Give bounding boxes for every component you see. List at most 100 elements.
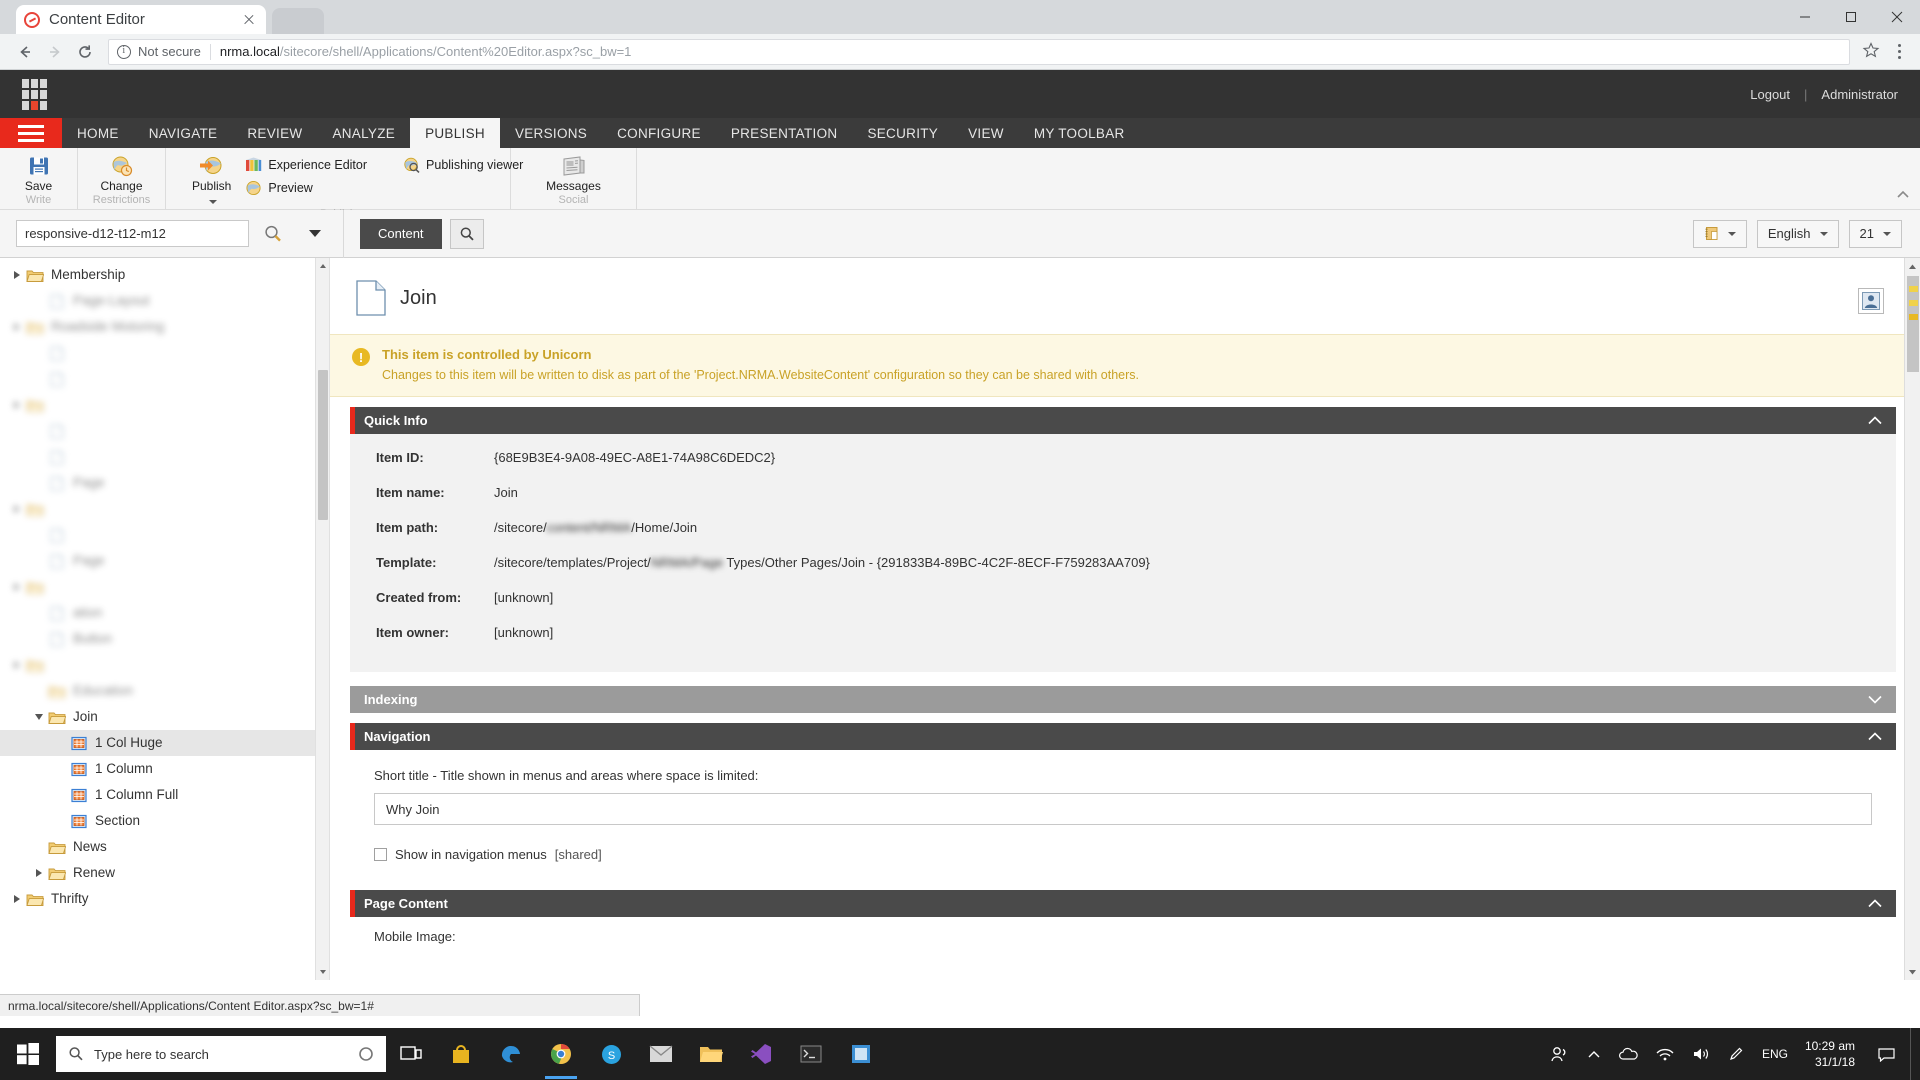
ribbon-tab-security[interactable]: SECURITY	[852, 118, 953, 148]
logout-link[interactable]: Logout	[1750, 87, 1790, 102]
expand-chevron-right-icon[interactable]	[8, 401, 26, 409]
tree-item-join[interactable]: Join	[0, 704, 315, 730]
taskbar-file-explorer-icon[interactable]	[686, 1028, 736, 1080]
content-vertical-scrollbar[interactable]	[1904, 258, 1920, 980]
search-icon[interactable]	[263, 224, 283, 244]
taskbar-terminal-icon[interactable]	[786, 1028, 836, 1080]
tree-scroll-up-button[interactable]	[316, 258, 329, 274]
tray-volume-icon[interactable]	[1683, 1028, 1719, 1080]
tray-network-icon[interactable]	[1647, 1028, 1683, 1080]
expand-chevron-right-icon[interactable]	[8, 895, 26, 903]
tree-vertical-scrollbar[interactable]	[315, 258, 329, 980]
taskbar-skype-icon[interactable]: S	[586, 1028, 636, 1080]
current-user-label[interactable]: Administrator	[1821, 87, 1898, 102]
tree-item-button[interactable]: Button	[0, 626, 315, 652]
tray-action-center-icon[interactable]	[1869, 1028, 1904, 1080]
hamburger-menu-icon[interactable]	[0, 118, 62, 148]
tree-item[interactable]	[0, 418, 315, 444]
tray-onedrive-icon[interactable]	[1609, 1028, 1647, 1080]
taskbar-app-icon[interactable]	[836, 1028, 886, 1080]
chrome-menu-button[interactable]	[1888, 39, 1910, 65]
taskbar-visual-studio-icon[interactable]	[736, 1028, 786, 1080]
taskbar-search-input[interactable]: Type here to search	[56, 1036, 386, 1072]
expand-chevron-right-icon[interactable]	[8, 271, 26, 279]
experience-editor-button[interactable]: Experience Editor	[243, 155, 373, 175]
tree-item-section[interactable]: Section	[0, 808, 315, 834]
browser-tab[interactable]: Content Editor	[16, 5, 266, 34]
tree-item-roadside-motoring[interactable]: Roadside Motoring	[0, 314, 315, 340]
tree-item-education[interactable]: Education	[0, 678, 315, 704]
collapse-ribbon-button[interactable]	[1896, 190, 1910, 203]
tree-item[interactable]	[0, 652, 315, 678]
task-view-button[interactable]	[386, 1028, 436, 1080]
bookmark-star-icon[interactable]	[1862, 41, 1884, 63]
maximize-button[interactable]	[1828, 0, 1874, 34]
version-selector[interactable]: 21	[1848, 219, 1902, 248]
ribbon-tab-presentation[interactable]: PRESENTATION	[716, 118, 853, 148]
taskbar-edge-icon[interactable]	[486, 1028, 536, 1080]
back-button[interactable]	[10, 37, 40, 67]
taskbar-mail-icon[interactable]	[636, 1028, 686, 1080]
content-scroll-up-button[interactable]	[1905, 258, 1920, 274]
reload-button[interactable]	[70, 37, 100, 67]
forward-button[interactable]	[40, 37, 70, 67]
ribbon-tab-publish[interactable]: PUBLISH	[410, 118, 500, 148]
sitecore-logo-icon[interactable]	[22, 78, 47, 110]
tree-item-1-col-huge[interactable]: 1 Col Huge	[0, 730, 315, 756]
close-window-button[interactable]	[1874, 0, 1920, 34]
tab-content[interactable]: Content	[360, 218, 442, 249]
section-header-indexing[interactable]: Indexing	[350, 686, 1896, 713]
ribbon-tab-versions[interactable]: VERSIONS	[500, 118, 602, 148]
tree-item-page[interactable]: Page	[0, 470, 315, 496]
expand-chevron-right-icon[interactable]	[8, 505, 26, 513]
taskbar-clock[interactable]: 10:29 am 31/1/18	[1797, 1038, 1869, 1070]
preview-button[interactable]: Preview	[243, 178, 373, 198]
expand-chevron-right-icon[interactable]	[8, 323, 26, 331]
change-restrictions-button[interactable]: Change	[91, 153, 153, 194]
taskbar-store-icon[interactable]	[436, 1028, 486, 1080]
section-header-page-content[interactable]: Page Content	[350, 890, 1896, 917]
tree-item[interactable]	[0, 366, 315, 392]
ribbon-tab-home[interactable]: HOME	[62, 118, 134, 148]
short-title-input[interactable]: Why Join	[374, 793, 1872, 825]
publish-button[interactable]: Publish	[192, 153, 231, 208]
section-header-quick-info[interactable]: Quick Info	[350, 407, 1896, 434]
expand-chevron-right-icon[interactable]	[8, 583, 26, 591]
tree-item-thrifty[interactable]: Thrifty	[0, 886, 315, 912]
workflow-state-button[interactable]	[1692, 219, 1747, 248]
messages-button[interactable]: Messages	[534, 153, 614, 194]
tray-expand-chevron-up-icon[interactable]	[1579, 1028, 1609, 1080]
tree-item-1-column[interactable]: 1 Column	[0, 756, 315, 782]
close-icon[interactable]	[240, 11, 258, 29]
collapse-chevron-down-icon[interactable]	[30, 714, 48, 720]
ribbon-tab-review[interactable]: REVIEW	[232, 118, 317, 148]
tree-scrollbar-thumb[interactable]	[318, 370, 328, 520]
content-scroll-down-button[interactable]	[1905, 964, 1920, 980]
address-bar[interactable]: Not secure nrma.local/sitecore/shell/App…	[108, 38, 1850, 65]
minimize-button[interactable]	[1782, 0, 1828, 34]
tree-item-page[interactable]: Page	[0, 548, 315, 574]
start-button[interactable]	[0, 1028, 56, 1080]
avatar[interactable]	[1858, 288, 1884, 314]
tree-item-1-column-full[interactable]: 1 Column Full	[0, 782, 315, 808]
tree-search-input[interactable]: responsive-d12-t12-m12	[16, 220, 249, 247]
tray-pen-icon[interactable]	[1719, 1028, 1753, 1080]
ribbon-tab-configure[interactable]: CONFIGURE	[602, 118, 716, 148]
tray-language-label[interactable]: ENG	[1753, 1028, 1797, 1080]
show-in-navigation-checkbox[interactable]	[374, 848, 387, 861]
background-tab[interactable]	[272, 8, 324, 34]
tree-item-membership[interactable]: Membership	[0, 262, 315, 288]
tree-item[interactable]	[0, 392, 315, 418]
ribbon-tab-my-toolbar[interactable]: MY TOOLBAR	[1019, 118, 1140, 148]
tree-item[interactable]	[0, 574, 315, 600]
tray-people-icon[interactable]	[1541, 1028, 1579, 1080]
expand-chevron-right-icon[interactable]	[8, 661, 26, 669]
taskbar-chrome-icon[interactable]	[536, 1028, 586, 1080]
tree-item[interactable]	[0, 496, 315, 522]
content-search-button[interactable]	[449, 218, 484, 249]
tree-item[interactable]	[0, 522, 315, 548]
ribbon-tab-analyze[interactable]: ANALYZE	[317, 118, 410, 148]
tree-item-renew[interactable]: Renew	[0, 860, 315, 886]
show-desktop-button[interactable]	[1910, 1028, 1920, 1080]
tree-item[interactable]	[0, 444, 315, 470]
